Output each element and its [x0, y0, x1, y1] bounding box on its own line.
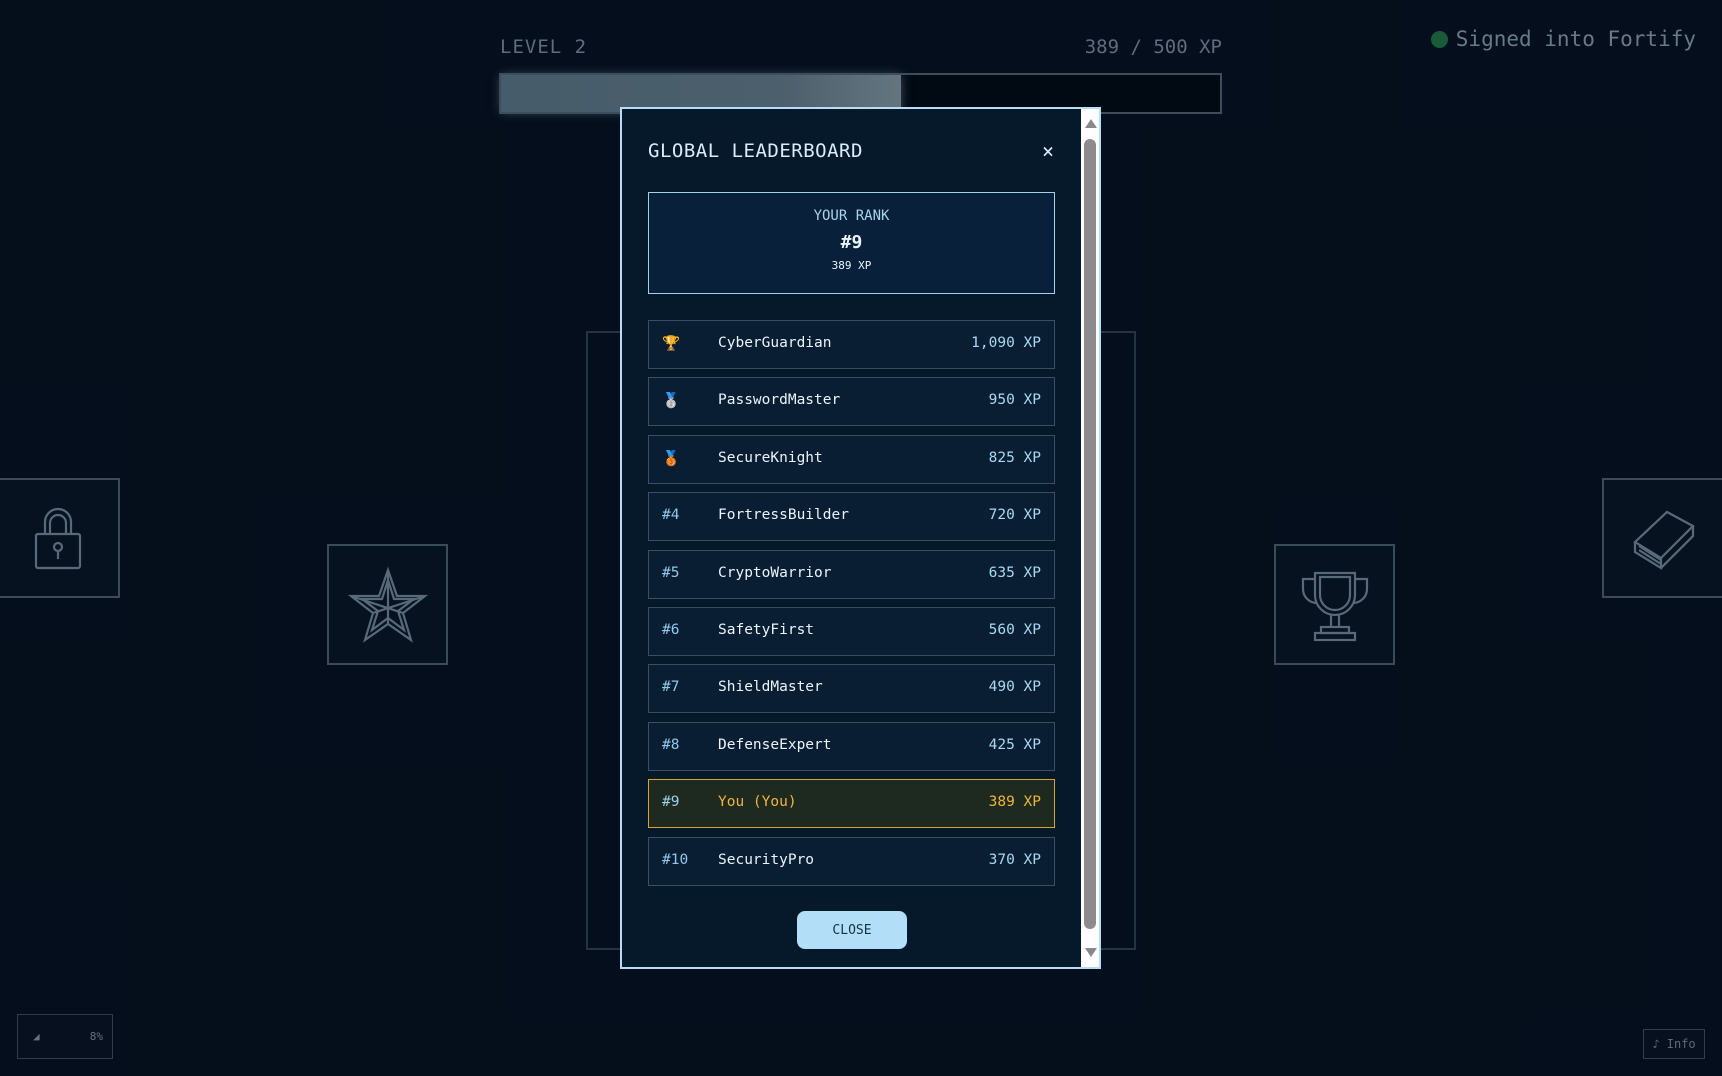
- leaderboard-list: 🏆 CyberGuardian 1,090 XP 🥈 PasswordMaste…: [648, 320, 1055, 894]
- player-xp: 389 XP: [988, 794, 1041, 811]
- player-name: SecurityPro: [718, 851, 815, 868]
- leaderboard-row: #10 SecurityPro 370 XP: [648, 836, 1055, 886]
- player-name: SecureKnight: [718, 449, 823, 466]
- player-rank: #9: [662, 794, 680, 811]
- player-name: You (You): [718, 794, 797, 811]
- leaderboard-row: #4 FortressBuilder 720 XP: [648, 492, 1055, 542]
- player-xp: 490 XP: [988, 679, 1041, 696]
- scroll-down-arrow-icon[interactable]: [1085, 948, 1097, 957]
- player-name: ShieldMaster: [718, 679, 823, 696]
- leaderboard-row: 🥉 SecureKnight 825 XP: [648, 434, 1055, 484]
- player-name: FortressBuilder: [718, 507, 849, 524]
- player-xp: 635 XP: [988, 564, 1041, 581]
- leaderboard-row: 🥈 PasswordMaster 950 XP: [648, 377, 1055, 427]
- player-xp: 370 XP: [988, 851, 1041, 868]
- your-rank-xp: 389 XP: [831, 259, 872, 272]
- leaderboard-row: 🏆 CyberGuardian 1,090 XP: [648, 320, 1055, 369]
- modal-title: GLOBAL LEADERBOARD: [648, 140, 863, 162]
- modal-scrollbar[interactable]: [1081, 109, 1099, 967]
- player-name: CryptoWarrior: [718, 564, 832, 581]
- rank-silver-medal-icon: 🥈: [662, 393, 681, 410]
- player-xp: 425 XP: [988, 736, 1041, 753]
- your-rank-number: #9: [840, 232, 863, 253]
- player-name: PasswordMaster: [718, 392, 841, 409]
- player-xp: 950 XP: [988, 392, 1041, 409]
- scroll-thumb[interactable]: [1084, 139, 1096, 929]
- player-rank: #5: [662, 564, 680, 581]
- player-rank: #4: [662, 507, 680, 524]
- close-button[interactable]: CLOSE: [797, 911, 907, 949]
- close-icon[interactable]: ×: [1042, 139, 1054, 163]
- player-xp: 560 XP: [988, 621, 1041, 638]
- leaderboard-row: #5 CryptoWarrior 635 XP: [648, 549, 1055, 599]
- player-rank: #10: [662, 851, 689, 868]
- rank-bronze-medal-icon: 🥉: [662, 450, 681, 467]
- scroll-up-arrow-icon[interactable]: [1085, 119, 1097, 128]
- player-name: DefenseExpert: [718, 736, 832, 753]
- leaderboard-row: #8 DefenseExpert 425 XP: [648, 721, 1055, 771]
- leaderboard-row: #6 SafetyFirst 560 XP: [648, 606, 1055, 656]
- leaderboard-modal: GLOBAL LEADERBOARD × YOUR RANK #9 389 XP…: [620, 107, 1101, 969]
- player-name: CyberGuardian: [718, 335, 832, 351]
- player-rank: #6: [662, 621, 680, 638]
- your-rank-card: YOUR RANK #9 389 XP: [648, 192, 1055, 294]
- player-name: SafetyFirst: [718, 621, 815, 638]
- player-xp: 720 XP: [988, 507, 1041, 524]
- leaderboard-row: #7 ShieldMaster 490 XP: [648, 664, 1055, 714]
- player-xp: 825 XP: [988, 449, 1041, 466]
- leaderboard-row-current-user: #9 You (You) 389 XP: [648, 779, 1055, 829]
- rank-trophy-icon: 🏆: [662, 336, 681, 352]
- player-xp: 1,090 XP: [971, 335, 1041, 351]
- your-rank-label: YOUR RANK: [813, 208, 890, 224]
- player-rank: #8: [662, 736, 680, 753]
- player-rank: #7: [662, 679, 680, 696]
